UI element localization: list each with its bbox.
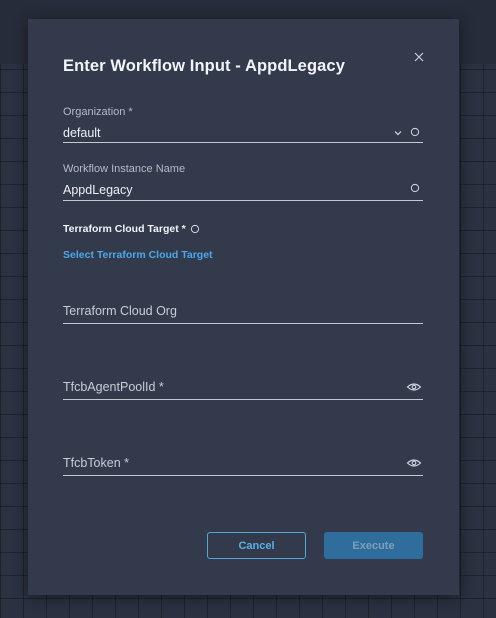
- info-icon[interactable]: [410, 127, 420, 137]
- close-button[interactable]: [412, 50, 426, 64]
- workflow-instance-name-label: Workflow Instance Name: [63, 163, 186, 175]
- organization-select[interactable]: default: [63, 126, 101, 140]
- tfcb-token-underline: [63, 475, 423, 476]
- organization-label: Organization *: [63, 106, 133, 118]
- workflow-input-dialog: Enter Workflow Input - AppdLegacy Organi…: [28, 19, 459, 595]
- info-icon[interactable]: [410, 183, 420, 193]
- cancel-button[interactable]: Cancel: [207, 532, 306, 559]
- select-terraform-cloud-target-link[interactable]: Select Terraform Cloud Target: [63, 249, 213, 261]
- info-icon[interactable]: [190, 224, 200, 234]
- terraform-cloud-org-underline: [63, 323, 423, 324]
- dialog-title: Enter Workflow Input - AppdLegacy: [63, 57, 345, 75]
- close-icon[interactable]: [412, 50, 426, 64]
- terraform-cloud-target-label: Terraform Cloud Target *: [63, 223, 186, 235]
- eye-icon[interactable]: [406, 457, 422, 469]
- tfcb-agent-pool-id-input[interactable]: TfcbAgentPoolId *: [63, 380, 164, 394]
- terraform-cloud-org-input[interactable]: Terraform Cloud Org: [63, 304, 177, 318]
- tfcb-agent-pool-id-underline: [63, 399, 423, 400]
- chevron-down-icon[interactable]: [393, 128, 403, 138]
- execute-button[interactable]: Execute: [324, 532, 423, 559]
- eye-icon[interactable]: [406, 381, 422, 393]
- organization-underline: [63, 142, 423, 143]
- workflow-instance-name-input[interactable]: AppdLegacy: [63, 183, 133, 197]
- tfcb-token-input[interactable]: TfcbToken *: [63, 456, 129, 470]
- workflow-instance-name-underline: [63, 200, 423, 201]
